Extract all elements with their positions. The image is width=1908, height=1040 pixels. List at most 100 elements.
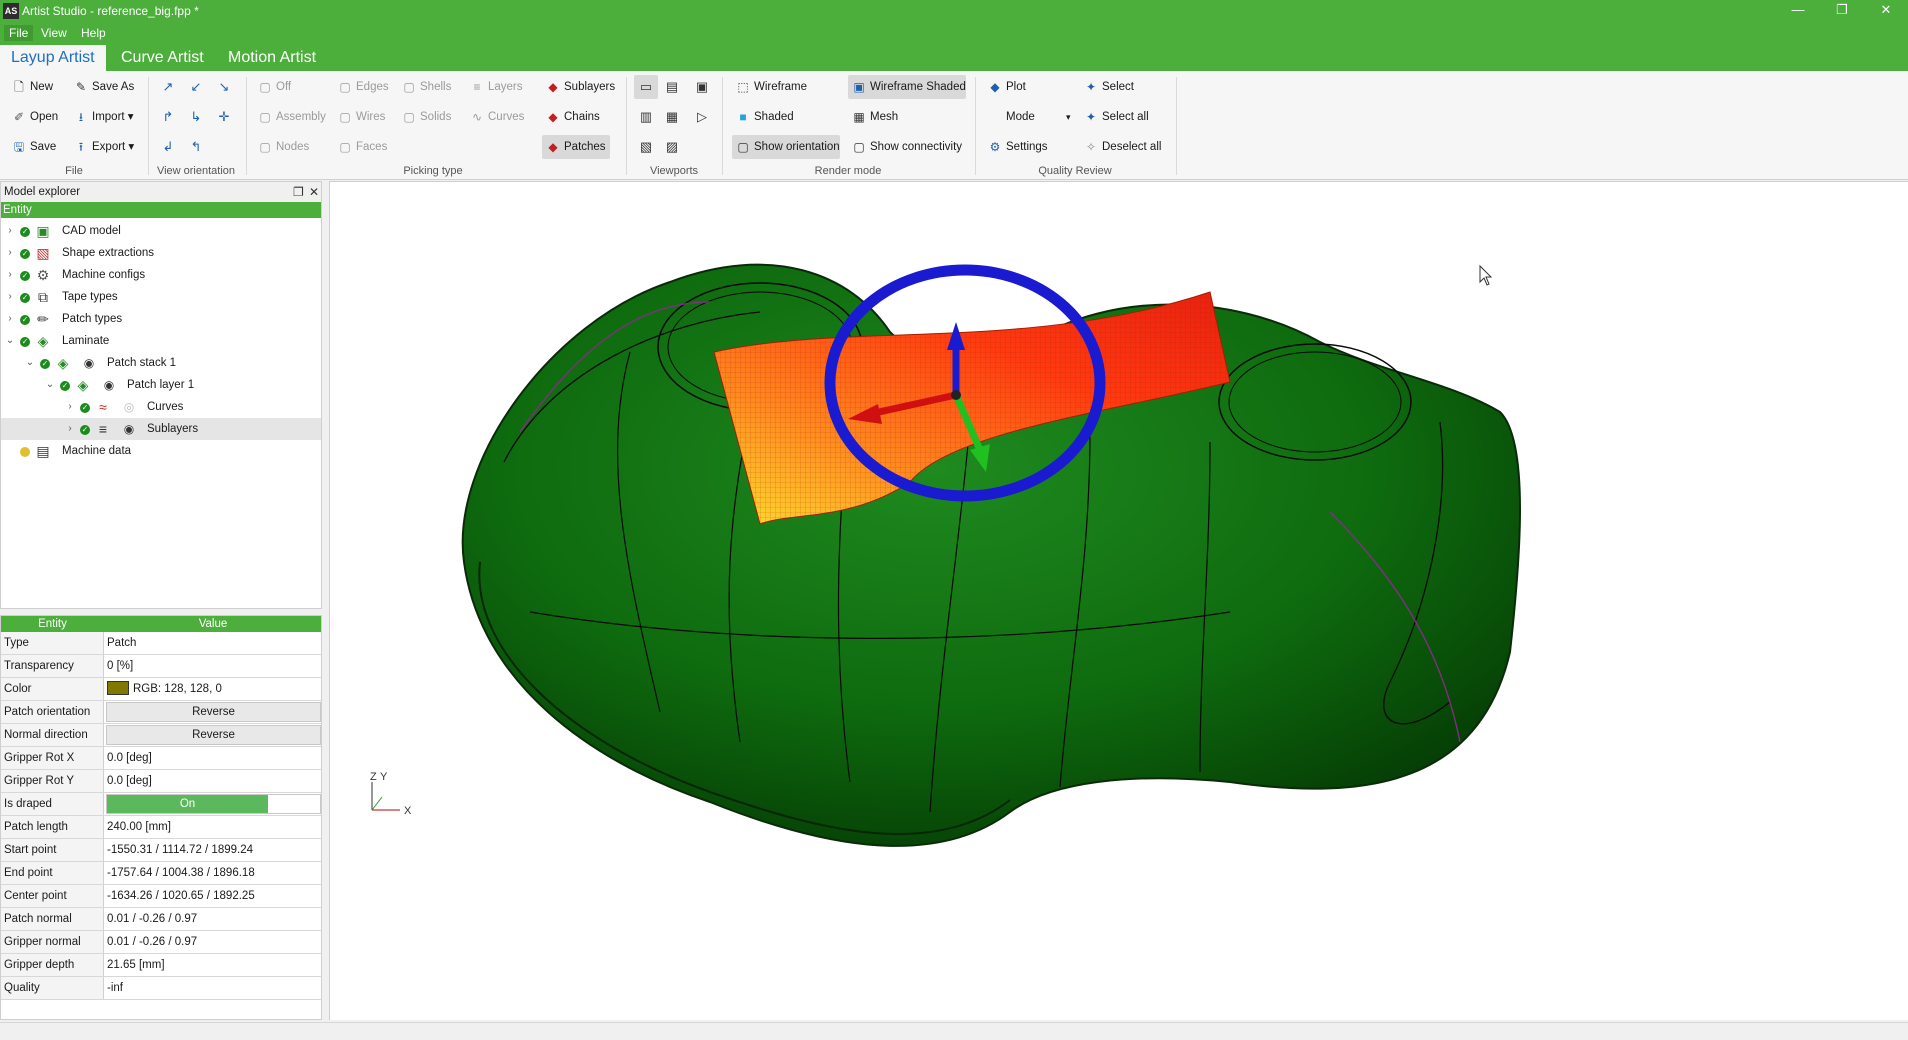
pick-curves-button[interactable]: ∿ Curves (466, 105, 524, 129)
pick-faces-button[interactable]: ▢ Faces (334, 135, 387, 159)
viewport-single-icon[interactable]: ▭ (634, 75, 658, 99)
eye-icon[interactable]: ◉ (81, 355, 97, 371)
tree-item-curves[interactable]: › ✓ ≈ ◎ Curves (1, 396, 321, 418)
viewport-three-icon[interactable]: ▦ (660, 105, 684, 129)
viewport-quad-icon[interactable]: ▨ (660, 135, 684, 159)
close-button[interactable]: ✕ (1864, 0, 1908, 22)
color-swatch[interactable] (107, 681, 129, 695)
view-xz-icon[interactable]: ↙ (184, 75, 208, 99)
float-panel-icon[interactable]: ❐ (293, 182, 304, 202)
tree-item-patch-stack[interactable]: ⌄ ✓ ◈ ◉ Patch stack 1 (1, 352, 321, 374)
viewport-perspective-icon[interactable]: ▷ (690, 105, 714, 129)
pick-patches-button[interactable]: ◆ Patches (542, 135, 610, 159)
save-button[interactable]: 🖫 Save (8, 135, 56, 159)
plot-button[interactable]: ◆ Plot (984, 75, 1025, 99)
view-top-icon[interactable]: ↲ (156, 135, 180, 159)
render-wireframe-shaded-button[interactable]: ▣ Wireframe Shaded (848, 75, 966, 99)
tree-item-sublayers[interactable]: › ✓ ≡ ◉ Sublayers (1, 418, 321, 440)
viewport-split-h-icon[interactable]: ▤ (660, 75, 684, 99)
new-button[interactable]: 🗋 New (8, 75, 53, 99)
menu-help[interactable]: Help (76, 25, 111, 41)
expand-icon[interactable]: › (65, 418, 75, 440)
expand-icon[interactable]: › (65, 396, 75, 418)
expand-icon[interactable]: › (5, 220, 15, 242)
export-button[interactable]: ⭱ Export ▾ (70, 135, 134, 159)
3d-scene[interactable]: Z Y X (330, 182, 1908, 1021)
menu-view[interactable]: View (36, 25, 72, 41)
render-wireframe-button[interactable]: ⬚ Wireframe (732, 75, 807, 99)
eye-icon[interactable]: ◉ (101, 377, 117, 393)
view-x-icon[interactable]: ↗ (156, 75, 180, 99)
property-value[interactable]: 0 [%] (106, 655, 321, 677)
property-value[interactable]: -1634.26 / 1020.65 / 1892.25 (106, 885, 321, 907)
show-connectivity-button[interactable]: ▢ Show connectivity (848, 135, 962, 159)
pick-assembly-button[interactable]: ▢ Assembly (254, 105, 326, 129)
property-value[interactable]: Patch (106, 632, 321, 654)
view-y-icon[interactable]: ↰ (184, 135, 208, 159)
settings-button[interactable]: ⚙ Settings (984, 135, 1048, 159)
tree-item-shape-extractions[interactable]: › ✓ ▧ Shape extractions (1, 242, 321, 264)
show-orientation-button[interactable]: ▢ Show orientation (732, 135, 840, 159)
property-value[interactable]: -1757.64 / 1004.38 / 1896.18 (106, 862, 321, 884)
property-value[interactable]: 0.0 [deg] (106, 770, 321, 792)
gizmo-center[interactable] (951, 390, 961, 400)
close-panel-icon[interactable]: ✕ (309, 182, 319, 202)
tree-item-patch-types[interactable]: › ✓ ✏ Patch types (1, 308, 321, 330)
property-value[interactable]: -inf (106, 977, 321, 999)
select-all-button[interactable]: ✦ Select all (1080, 105, 1149, 129)
reverse-button[interactable]: Reverse (106, 702, 321, 722)
tree-item-cad-model[interactable]: › ✓ ▣ CAD model (1, 220, 321, 242)
expand-icon[interactable]: › (5, 242, 15, 264)
pick-sublayers-button[interactable]: ◆ Sublayers (542, 75, 615, 99)
expand-icon[interactable]: › (5, 286, 15, 308)
pick-layers-button[interactable]: ≡ Layers (466, 75, 522, 99)
restore-button[interactable]: ❐ (1820, 0, 1864, 22)
viewport-grid-icon[interactable]: ▧ (634, 135, 658, 159)
pick-solids-button[interactable]: ▢ Solids (398, 105, 451, 129)
view-fit-icon[interactable]: ✛ (212, 105, 236, 129)
open-button[interactable]: ✐ Open (8, 105, 58, 129)
pick-edges-button[interactable]: ▢ Edges (334, 75, 388, 99)
menu-file[interactable]: File (4, 25, 34, 41)
3d-viewport[interactable]: Z Y X (329, 181, 1908, 1020)
eye-hidden-icon[interactable]: ◎ (121, 399, 137, 415)
expand-icon[interactable]: › (5, 264, 15, 286)
pick-chains-button[interactable]: ◆ Chains (542, 105, 599, 129)
pick-off-button[interactable]: ▢ Off (254, 75, 291, 99)
eye-icon[interactable]: ◉ (121, 421, 137, 437)
render-mesh-button[interactable]: ▦ Mesh (848, 105, 898, 129)
pick-wires-button[interactable]: ▢ Wires (334, 105, 385, 129)
viewport-two-icon[interactable]: ▥ (634, 105, 658, 129)
pick-shells-button[interactable]: ▢ Shells (398, 75, 451, 99)
reverse-button[interactable]: Reverse (106, 725, 321, 745)
import-button[interactable]: ⭳ Import ▾ (70, 105, 134, 129)
select-button[interactable]: ✦ Select (1080, 75, 1134, 99)
collapse-icon[interactable]: ⌄ (5, 330, 15, 352)
property-value[interactable]: 0.0 [deg] (106, 747, 321, 769)
tree-item-patch-layer[interactable]: ⌄ ✓ ◈ ◉ Patch layer 1 (1, 374, 321, 396)
collapse-icon[interactable]: ⌄ (25, 352, 35, 374)
tab-curve-artist[interactable]: Curve Artist (110, 45, 215, 71)
save-as-button[interactable]: ✎ Save As (70, 75, 134, 99)
tree-item-machine-configs[interactable]: › ✓ ⚙ Machine configs (1, 264, 321, 286)
expand-icon[interactable]: › (5, 308, 15, 330)
view-iso-icon[interactable]: ↳ (184, 105, 208, 129)
property-value[interactable]: -1550.31 / 1114.72 / 1899.24 (106, 839, 321, 861)
property-value[interactable]: 240.00 [mm] (106, 816, 321, 838)
color-value[interactable]: RGB: 128, 128, 0 (106, 678, 321, 700)
property-value[interactable]: 21.65 [mm] (106, 954, 321, 976)
render-shaded-button[interactable]: ■ Shaded (732, 105, 793, 129)
view-front-icon[interactable]: ↱ (156, 105, 180, 129)
mode-dropdown[interactable]: Mode ▾ (984, 105, 1074, 129)
property-value[interactable]: 0.01 / -0.26 / 0.97 (106, 908, 321, 930)
pick-nodes-button[interactable]: ▢ Nodes (254, 135, 309, 159)
collapse-icon[interactable]: ⌄ (45, 374, 55, 396)
minimize-button[interactable]: — (1776, 0, 1820, 22)
deselect-all-button[interactable]: ✧ Deselect all (1080, 135, 1161, 159)
view-xy-icon[interactable]: ↘ (212, 75, 236, 99)
tree-item-laminate[interactable]: ⌄ ✓ ◈ Laminate (1, 330, 321, 352)
tree-item-machine-data[interactable]: ▤ Machine data (1, 440, 321, 462)
is-draped-toggle[interactable]: On (106, 794, 321, 814)
viewport-full-icon[interactable]: ▣ (690, 75, 714, 99)
tab-layup-artist[interactable]: Layup Artist (0, 45, 106, 71)
